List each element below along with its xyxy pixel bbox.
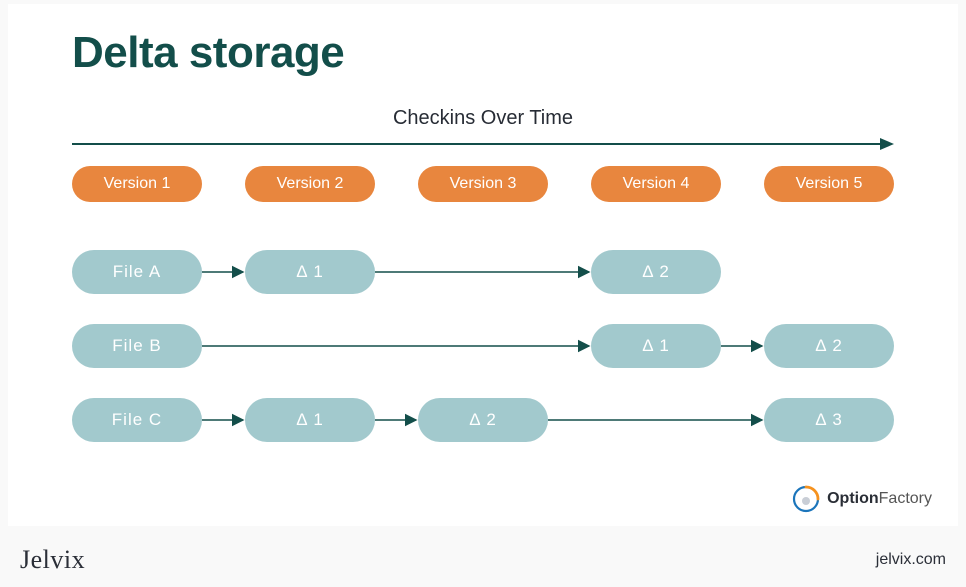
version-pill-3: Version 3 [418,166,548,202]
file-row-b: File B Δ 1 Δ 2 [72,324,894,368]
optionfactory-text: OptionFactory [827,490,932,508]
file-c-label: File C [72,398,202,442]
file-a-delta-2: Δ 2 [591,250,721,294]
version-pill-1: Version 1 [72,166,202,202]
jelvix-url: jelvix.com [876,551,946,569]
optionfactory-light: Factory [879,490,932,507]
version-pill-4: Version 4 [591,166,721,202]
optionfactory-logo: OptionFactory [791,484,932,514]
file-c-delta-2: Δ 2 [418,398,548,442]
file-b-label: File B [72,324,202,368]
file-b-delta-2: Δ 2 [764,324,894,368]
page-title: Delta storage [72,28,344,78]
file-b-delta-1: Δ 1 [591,324,721,368]
optionfactory-icon [791,484,821,514]
jelvix-logo: Jelvix [20,545,85,575]
file-c-delta-3: Δ 3 [764,398,894,442]
timeline-arrow-icon [72,138,894,150]
file-row-a: File A Δ 1 Δ 2 [72,250,894,294]
version-row: Version 1 Version 2 Version 3 Version 4 … [72,166,894,202]
slide: Delta storage Checkins Over Time Version… [8,4,958,526]
version-pill-5: Version 5 [764,166,894,202]
file-c-delta-1: Δ 1 [245,398,375,442]
file-row-c: File C Δ 1 Δ 2 Δ 3 [72,398,894,442]
file-a-label: File A [72,250,202,294]
timeline-label: Checkins Over Time [8,107,958,130]
footer: Jelvix jelvix.com [8,540,958,580]
version-pill-2: Version 2 [245,166,375,202]
file-a-delta-1: Δ 1 [245,250,375,294]
optionfactory-bold: Option [827,490,879,507]
